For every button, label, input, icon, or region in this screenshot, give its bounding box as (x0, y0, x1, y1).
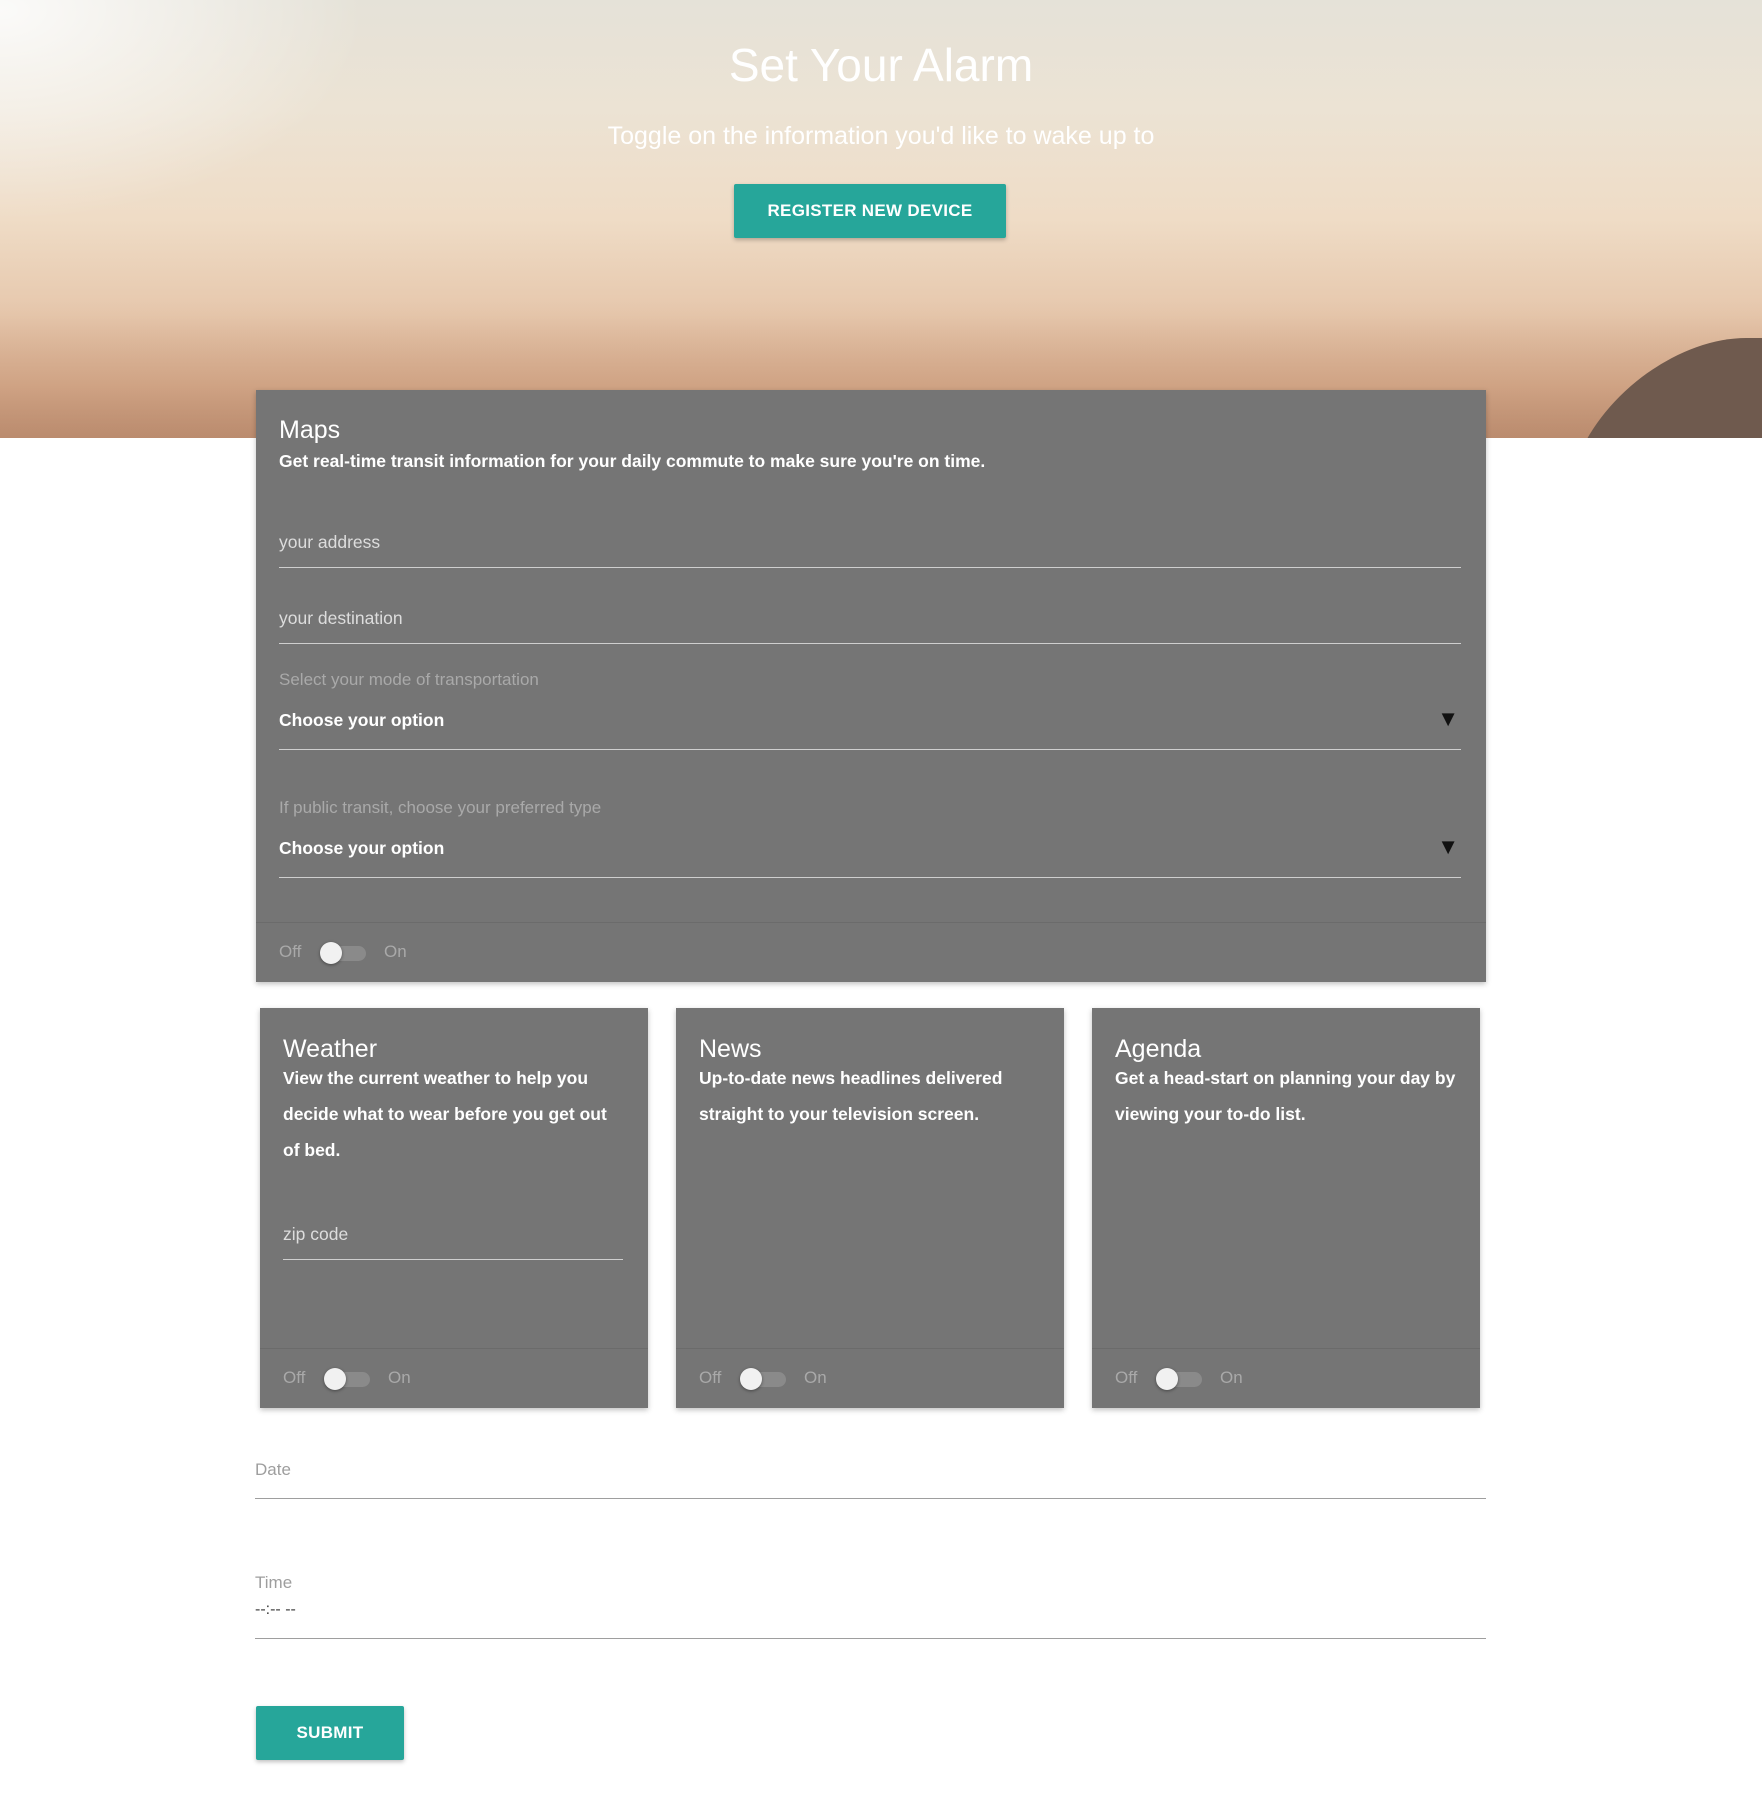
toggle-knob (324, 1368, 346, 1390)
news-switch-on-label: On (804, 1368, 827, 1387)
transport-select[interactable]: Choose your option ▼ (279, 706, 1461, 750)
transit-select-label: If public transit, choose your preferred… (279, 798, 602, 817)
agenda-switch-row: Off On (1092, 1348, 1480, 1408)
time-label: Time (255, 1573, 293, 1592)
maps-switch-on-label: On (384, 942, 407, 961)
agenda-switch-on-label: On (1220, 1368, 1243, 1387)
address-input[interactable] (279, 532, 1461, 568)
weather-switch-off-label: Off (283, 1368, 306, 1387)
destination-input[interactable] (279, 608, 1461, 644)
register-device-button[interactable]: REGISTER NEW DEVICE (734, 184, 1006, 238)
maps-switch-row: Off On (256, 922, 1486, 982)
weather-switch-on-label: On (388, 1368, 411, 1387)
chevron-down-icon: ▼ (1437, 706, 1459, 731)
toggle-knob (320, 942, 342, 964)
transport-select-label: Select your mode of transportation (279, 670, 539, 689)
transit-select-value: Choose your option (279, 838, 445, 858)
agenda-toggle[interactable] (1156, 1368, 1202, 1390)
hero-banner: Set Your Alarm Toggle on the information… (0, 0, 1762, 438)
transport-select-value: Choose your option (279, 710, 445, 730)
news-description: Up-to-date news headlines delivered stra… (699, 1068, 1003, 1124)
maps-title: Maps (279, 416, 341, 444)
maps-switch-off-label: Off (279, 942, 302, 961)
news-switch-row: Off On (676, 1348, 1064, 1408)
page-subtitle: Toggle on the information you'd like to … (607, 122, 1155, 150)
toggle-knob (740, 1368, 762, 1390)
news-toggle[interactable] (740, 1368, 786, 1390)
agenda-card: Agenda Get a head-start on planning your… (1092, 1008, 1480, 1408)
news-card: News Up-to-date news headlines delivered… (676, 1008, 1064, 1408)
maps-card: Maps Get real-time transit information f… (256, 390, 1486, 982)
date-input[interactable] (255, 1452, 1486, 1499)
page-title: Set Your Alarm (728, 39, 1034, 91)
weather-switch-row: Off On (260, 1348, 648, 1408)
maps-description: Get real-time transit information for yo… (279, 451, 986, 471)
weather-description: View the current weather to help you dec… (283, 1068, 607, 1160)
agenda-switch-off-label: Off (1115, 1368, 1138, 1387)
transit-select[interactable]: Choose your option ▼ (279, 834, 1461, 878)
weather-toggle[interactable] (324, 1368, 370, 1390)
maps-toggle[interactable] (320, 942, 366, 964)
chevron-down-icon: ▼ (1437, 834, 1459, 859)
agenda-description: Get a head-start on planning your day by… (1115, 1068, 1456, 1124)
zip-code-input[interactable] (283, 1224, 623, 1260)
news-switch-off-label: Off (699, 1368, 722, 1387)
toggle-knob (1156, 1368, 1178, 1390)
submit-button[interactable]: SUBMIT (256, 1706, 404, 1760)
time-input[interactable] (255, 1596, 1486, 1639)
weather-card: Weather View the current weather to help… (260, 1008, 648, 1408)
